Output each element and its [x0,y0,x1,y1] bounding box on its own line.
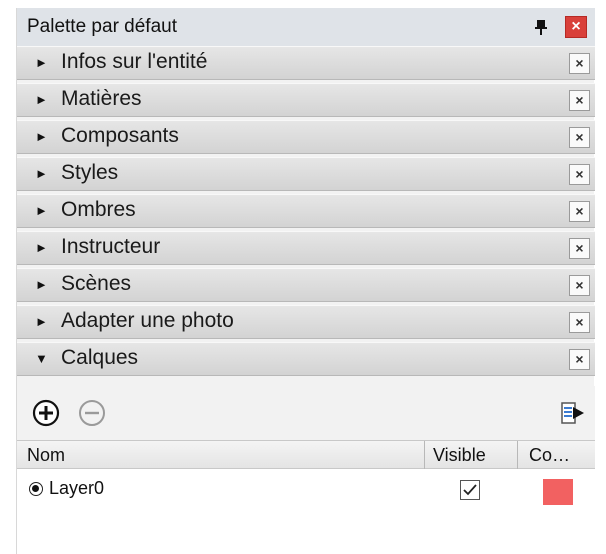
tray-label[interactable]: Scènes [61,272,131,296]
tray-label[interactable]: Instructeur [61,235,160,259]
layers-table-body: Layer0 [17,469,595,554]
tray-close-button[interactable]: × [569,90,590,111]
layer-color-swatch[interactable] [543,479,573,505]
tray-styles[interactable]: ► Styles × [17,157,595,191]
layers-panel: Nom Visible Co… Layer0 [17,386,595,554]
column-visible[interactable]: Visible [433,445,486,466]
remove-layer-icon[interactable] [77,398,107,428]
tray-label[interactable]: Calques [61,346,138,370]
tray-close-button[interactable]: × [569,201,590,222]
tray-label[interactable]: Adapter une photo [61,309,234,333]
tray-close-button[interactable]: × [569,53,590,74]
tray-close-button[interactable]: × [569,275,590,296]
tray-infos-sur-l-entit[interactable]: ► Infos sur l'entité × [17,46,595,80]
tray-instructeur[interactable]: ► Instructeur × [17,231,595,265]
tray-close-button[interactable]: × [569,312,590,333]
collapsed-arrow-icon[interactable]: ► [35,92,48,107]
close-palette-button[interactable]: × [565,16,587,38]
tray-close-button[interactable]: × [569,127,590,148]
column-name[interactable]: Nom [27,445,65,466]
collapsed-arrow-icon[interactable]: ► [35,277,48,292]
tray-composants[interactable]: ► Composants × [17,120,595,154]
collapsed-arrow-icon[interactable]: ► [35,166,48,181]
column-color[interactable]: Co… [529,445,570,466]
tray-sc-nes[interactable]: ► Scènes × [17,268,595,302]
layer-row[interactable]: Layer0 [17,475,595,505]
tray-close-button[interactable]: × [569,164,590,185]
collapsed-arrow-icon[interactable]: ► [35,203,48,218]
expanded-arrow-icon[interactable]: ▼ [35,351,48,366]
tray-mati-res[interactable]: ► Matières × [17,83,595,117]
collapsed-arrow-icon[interactable]: ► [35,55,48,70]
tray-ombres[interactable]: ► Ombres × [17,194,595,228]
collapsed-arrow-icon[interactable]: ► [35,129,48,144]
palette-title: Palette par défaut [27,16,177,37]
column-divider[interactable] [424,441,425,469]
tray-calques[interactable]: ▼ Calques × [17,342,595,376]
tray-label[interactable]: Styles [61,161,118,185]
pin-icon[interactable] [532,16,550,38]
default-tray-palette: Palette par défaut × ► Infos sur l'entité… [16,8,595,554]
palette-title-bar[interactable]: Palette par défaut × [17,8,595,46]
column-divider[interactable] [517,441,518,469]
tray-close-button[interactable]: × [569,238,590,259]
tray-label[interactable]: Matières [61,87,142,111]
active-layer-radio[interactable] [29,482,43,496]
layer-name[interactable]: Layer0 [49,478,104,499]
layers-table-header: Nom Visible Co… [17,440,595,469]
details-arrow-icon[interactable] [557,398,587,428]
tray-label[interactable]: Composants [61,124,179,148]
tray-label[interactable]: Infos sur l'entité [61,50,207,74]
tray-close-button[interactable]: × [569,349,590,370]
add-layer-icon[interactable] [31,398,61,428]
tray-adapter-une-photo[interactable]: ► Adapter une photo × [17,305,595,339]
collapsed-arrow-icon[interactable]: ► [35,240,48,255]
collapsed-arrow-icon[interactable]: ► [35,314,48,329]
layer-visible-checkbox[interactable] [460,480,480,500]
tray-label[interactable]: Ombres [61,198,136,222]
